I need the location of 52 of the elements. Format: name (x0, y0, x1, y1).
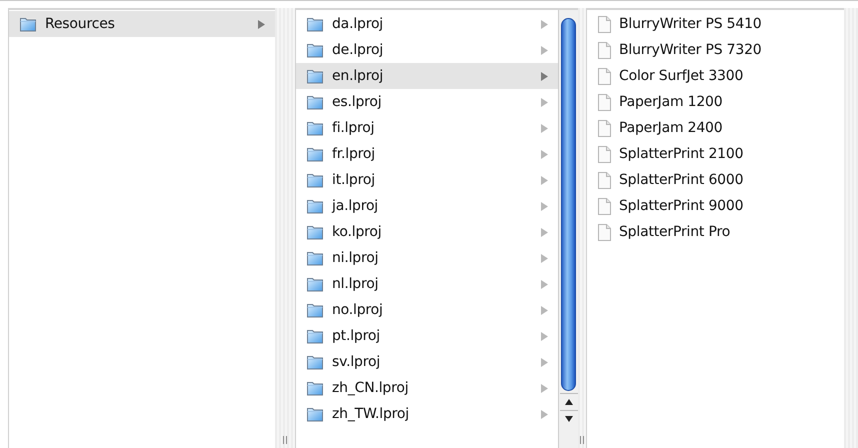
list-item[interactable]: ko.lproj (296, 219, 558, 245)
list-item[interactable]: SplatterPrint Pro (587, 219, 844, 245)
list-item[interactable]: PaperJam 1200 (587, 89, 844, 115)
list-item[interactable]: fi.lproj (296, 115, 558, 141)
list-item[interactable]: en.lproj (296, 63, 558, 89)
list-item[interactable]: Resources (9, 11, 275, 37)
list-item[interactable]: de.lproj (296, 37, 558, 63)
item-name: sv.lproj (332, 354, 382, 370)
list-item[interactable]: fr.lproj (296, 141, 558, 167)
item-name: zh_TW.lproj (332, 406, 410, 422)
list-item[interactable]: es.lproj (296, 89, 558, 115)
item-name: ja.lproj (332, 198, 379, 214)
list-item[interactable]: ja.lproj (296, 193, 558, 219)
item-name: Color SurfJet 3300 (619, 68, 744, 84)
list-item[interactable]: nl.lproj (296, 271, 558, 297)
item-name: fr.lproj (332, 146, 376, 162)
item-name: BlurryWriter PS 5410 (619, 16, 762, 32)
list-item[interactable]: SplatterPrint 2100 (587, 141, 844, 167)
item-name: fi.lproj (332, 120, 376, 136)
list-item[interactable]: SplatterPrint 6000 (587, 167, 844, 193)
list-item[interactable]: zh_TW.lproj (296, 401, 558, 427)
list-item[interactable]: sv.lproj (296, 349, 558, 375)
list-item[interactable]: no.lproj (296, 297, 558, 323)
list-item[interactable]: pt.lproj (296, 323, 558, 349)
list-item[interactable]: BlurryWriter PS 7320 (587, 37, 844, 63)
list-item[interactable]: ni.lproj (296, 245, 558, 271)
item-name: en.lproj (332, 68, 384, 84)
item-name: SplatterPrint 6000 (619, 172, 744, 188)
item-name: nl.lproj (332, 276, 380, 292)
list-item[interactable]: zh_CN.lproj (296, 375, 558, 401)
list-item[interactable]: Color SurfJet 3300 (587, 63, 844, 89)
list-item[interactable]: it.lproj (296, 167, 558, 193)
item-name: Resources (45, 16, 116, 32)
list-item[interactable]: da.lproj (296, 11, 558, 37)
item-name: it.lproj (332, 172, 376, 188)
item-name: SplatterPrint 2100 (619, 146, 744, 162)
item-name: SplatterPrint 9000 (619, 198, 744, 214)
item-name: da.lproj (332, 16, 384, 32)
item-name: es.lproj (332, 94, 382, 110)
item-name: de.lproj (332, 42, 384, 58)
list-item[interactable]: PaperJam 2400 (587, 115, 844, 141)
item-name: BlurryWriter PS 7320 (619, 42, 762, 58)
item-name: pt.lproj (332, 328, 381, 344)
item-name: SplatterPrint Pro (619, 224, 732, 240)
item-name: PaperJam 2400 (619, 120, 724, 136)
list-item[interactable]: BlurryWriter PS 5410 (587, 11, 844, 37)
item-name: no.lproj (332, 302, 384, 318)
item-name: zh_CN.lproj (332, 380, 410, 396)
item-name: ko.lproj (332, 224, 382, 240)
list-item[interactable]: SplatterPrint 9000 (587, 193, 844, 219)
item-name: PaperJam 1200 (619, 94, 724, 110)
item-name: ni.lproj (332, 250, 380, 266)
